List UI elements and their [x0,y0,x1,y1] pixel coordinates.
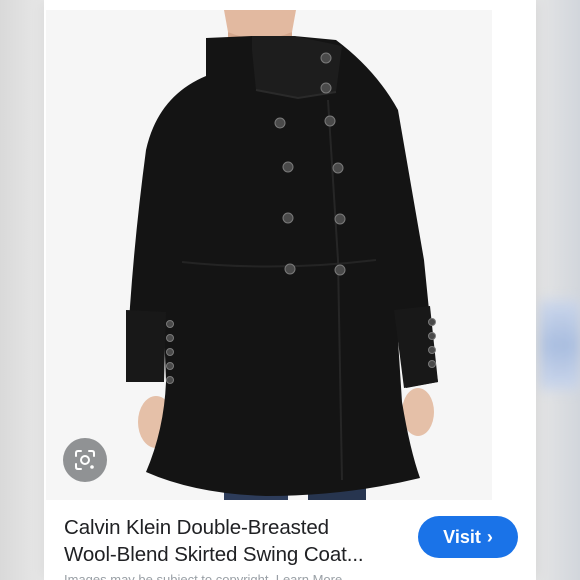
google-lens-icon [75,450,95,470]
visit-button[interactable]: Visit › [418,516,518,558]
product-title-line-1: Calvin Klein Double-Breasted [64,516,329,539]
google-lens-button[interactable] [63,438,107,482]
product-title-line-2: Wool-Blend Skirted Swing Coat... [64,543,364,566]
coat-photo [126,10,438,500]
copyright-disclaimer: Images may be subject to copyright. Lear… [64,572,343,580]
product-title[interactable]: Calvin Klein Double-Breasted Wool-Blend … [64,514,404,568]
chevron-right-icon: › [486,526,493,547]
adjacent-card-edge [540,300,580,390]
product-image[interactable] [46,10,492,500]
visit-button-label: Visit [443,526,481,547]
